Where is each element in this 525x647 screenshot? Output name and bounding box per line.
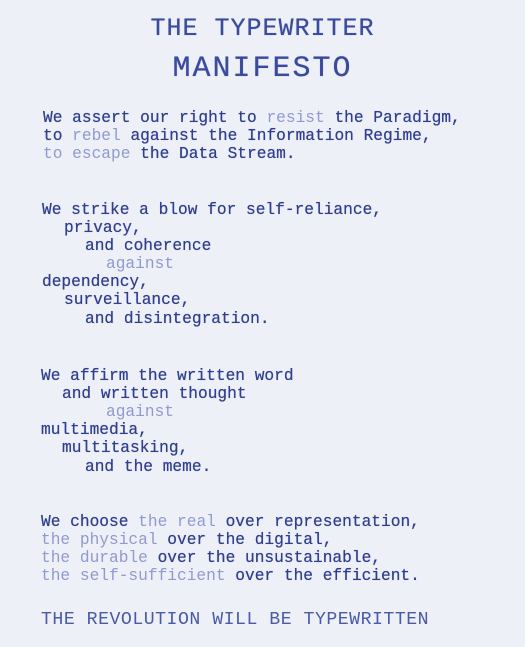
stanza-4-line-1: We choose the real over representation,	[41, 513, 420, 531]
stanza-4-line-3: the durable over the unsustainable,	[41, 549, 381, 567]
emphasis-word: escape	[72, 145, 131, 163]
stanza-1-line-3: to escape the Data Stream.	[43, 145, 296, 163]
stanza-1-line-2: to rebel against the Information Regime,	[43, 127, 432, 145]
emphasis-word: the physical	[41, 531, 158, 549]
stanza-3-line-2: and written thought	[62, 385, 247, 403]
emphasis-word: the durable	[41, 549, 148, 567]
stanza-2-line-6: surveillance,	[64, 291, 191, 309]
text-segment: over the digital,	[157, 531, 333, 549]
stanza-4-line-4: the self-sufficient over the efficient.	[41, 567, 420, 585]
footer-slogan: THE REVOLUTION WILL BE TYPEWRITTEN	[41, 610, 430, 630]
text-segment: We choose	[41, 513, 139, 531]
text-segment: We assert our right to	[43, 109, 267, 127]
stanza-2-line-7: and disintegration.	[85, 310, 270, 328]
text-segment: over the unsustainable,	[147, 549, 381, 567]
emphasis-word: rebel	[72, 127, 121, 145]
stanza-2-line-2: privacy,	[64, 219, 142, 237]
text-segment: over the efficient.	[225, 567, 420, 585]
stanza-2-line-5: dependency,	[42, 273, 149, 291]
emphasis-word: resist	[266, 109, 325, 127]
stanza-3-line-3: against	[106, 403, 174, 421]
text-segment: the Data Stream.	[130, 145, 296, 163]
text-segment: to	[43, 127, 73, 145]
text-segment: against the Information Regime,	[120, 127, 432, 145]
title-line-2: MANIFESTO	[172, 52, 353, 86]
text-segment: to	[43, 145, 73, 163]
stanza-3-line-1: We affirm the written word	[41, 367, 294, 385]
title-line-1: THE TYPEWRITER	[150, 14, 375, 43]
stanza-1-line-1: We assert our right to resist the Paradi…	[43, 109, 461, 127]
emphasis-word: the self-sufficient	[41, 567, 226, 585]
stanza-3-line-5: multitasking,	[62, 439, 189, 457]
stanza-2-line-1: We strike a blow for self-reliance,	[42, 201, 382, 219]
stanza-4-line-2: the physical over the digital,	[41, 531, 332, 549]
manifesto-page: THE TYPEWRITER MANIFESTO We assert our r…	[0, 0, 525, 647]
text-segment: the Paradigm,	[324, 109, 461, 127]
text-segment: over representation,	[215, 513, 420, 531]
stanza-2-line-3: and coherence	[85, 237, 212, 255]
stanza-3-line-6: and the meme.	[85, 458, 212, 476]
stanza-3-line-4: multimedia,	[41, 421, 148, 439]
emphasis-word: the real	[138, 513, 216, 531]
stanza-2-line-4: against	[106, 255, 174, 273]
